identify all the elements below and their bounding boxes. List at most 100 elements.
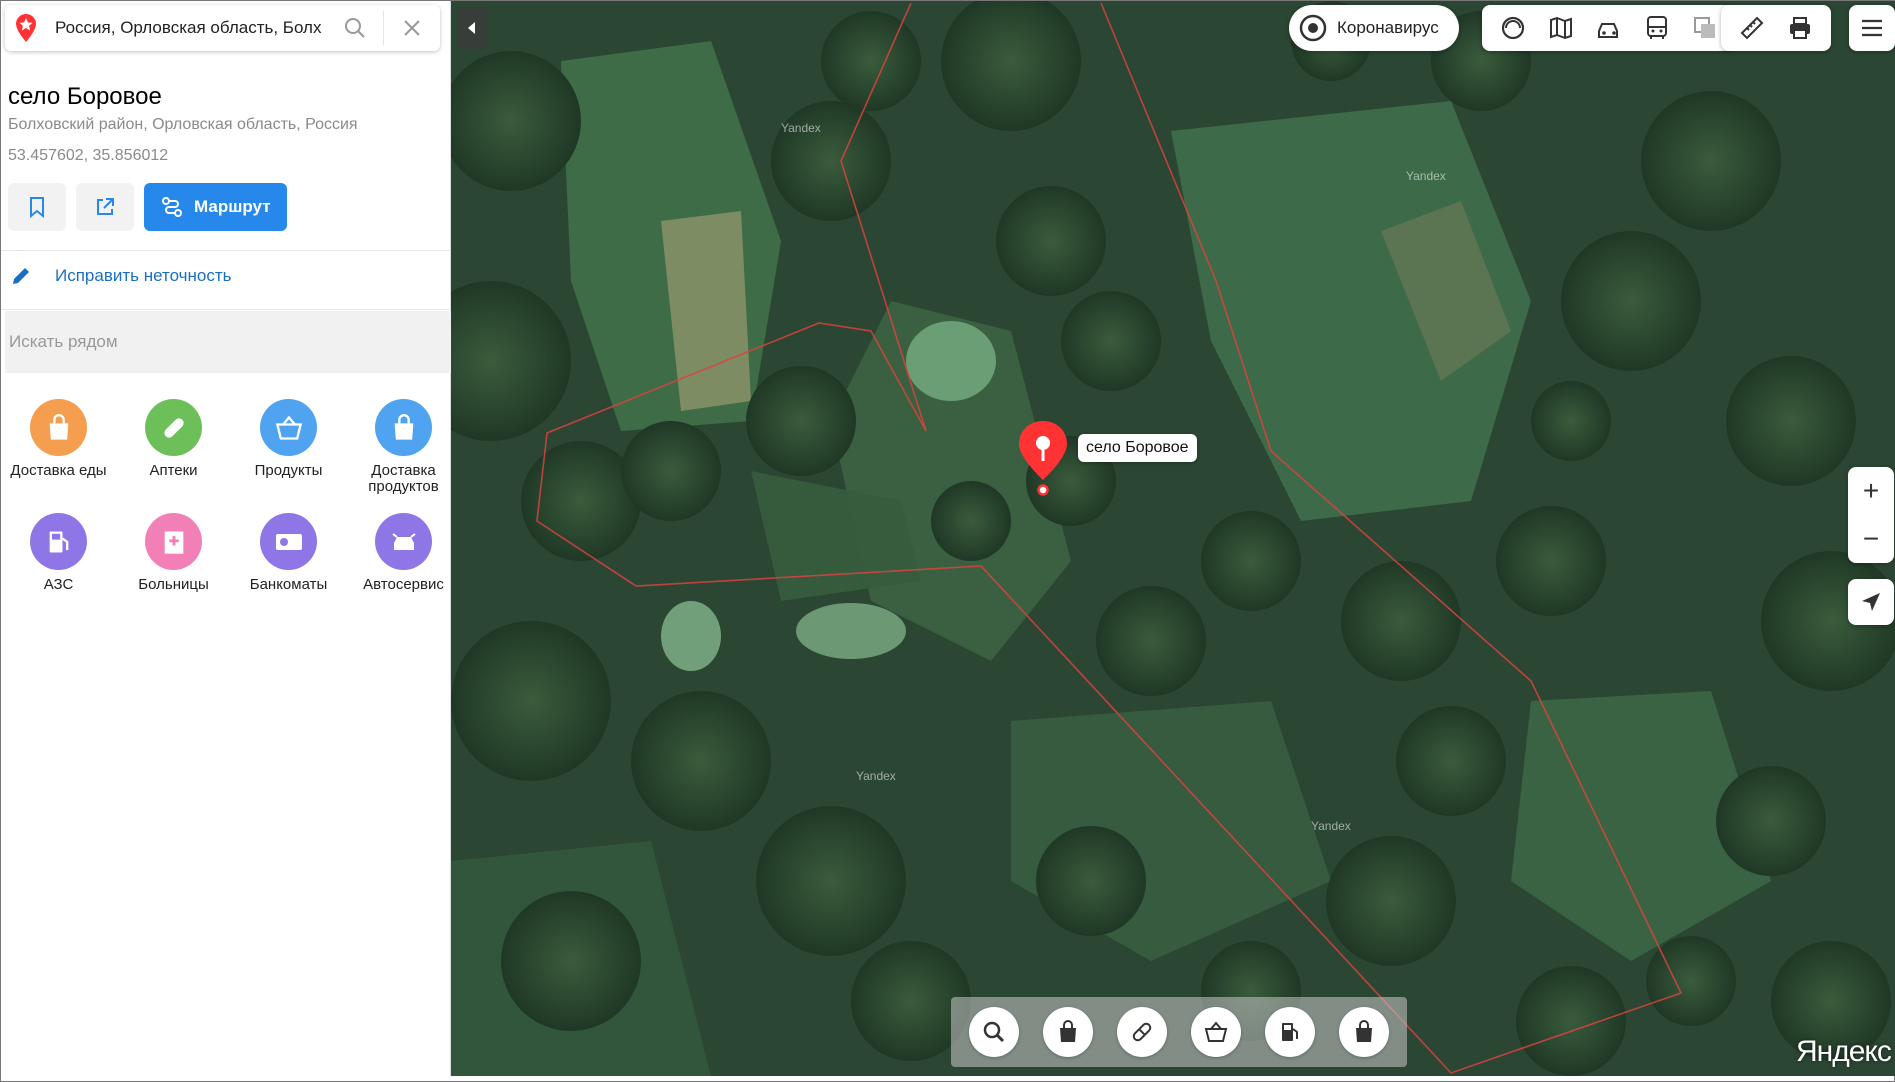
quick-food-delivery-button[interactable] [1043, 1007, 1093, 1057]
fuel-icon [30, 513, 87, 570]
fix-inaccuracy-label: Исправить неточность [55, 266, 232, 285]
quick-grocery-delivery-button[interactable] [1339, 1007, 1389, 1057]
category-item[interactable]: Больницы [116, 513, 231, 593]
search-button[interactable] [327, 5, 383, 51]
category-item[interactable]: Автосервис [346, 513, 461, 593]
nearby-categories: Доставка еды Аптеки Продукты Доставка проду… [1, 399, 451, 593]
zoom-out-button[interactable]: − [1848, 515, 1894, 563]
route-button[interactable]: Маршрут [144, 183, 287, 231]
category-label: Автосервис [363, 576, 444, 593]
route-button-label: Маршрут [194, 197, 271, 216]
transit-button[interactable] [1634, 5, 1680, 51]
quick-search-bar [951, 997, 1407, 1067]
panorama-button[interactable] [1490, 5, 1536, 51]
category-label: Банкоматы [249, 576, 328, 593]
search-nearby-input[interactable]: Искать рядом [5, 311, 451, 373]
place-title: село Боровое [8, 83, 162, 110]
chevron-left-icon [468, 22, 475, 34]
quick-groceries-button[interactable] [1191, 1007, 1241, 1057]
pill-icon [145, 399, 202, 456]
zoom-in-button[interactable]: + [1848, 467, 1894, 515]
tools-toolbar [1721, 5, 1831, 51]
bus-icon [1647, 16, 1667, 39]
basket-icon [260, 399, 317, 456]
category-item[interactable]: Аптеки [116, 399, 231, 495]
ruler-icon [1740, 16, 1764, 40]
map-layers-icon [1550, 16, 1572, 40]
quick-search-button[interactable] [969, 1007, 1019, 1057]
category-item[interactable]: Доставка продуктов [346, 399, 461, 495]
sidebar: Россия, Орловская область, Болх село Бор… [1, 1, 451, 1076]
bookmark-icon [30, 197, 44, 218]
map-watermark: Yandex [856, 769, 896, 783]
place-coordinates[interactable]: 53.457602, 35.856012 [8, 147, 168, 165]
quick-pharmacy-button[interactable] [1117, 1007, 1167, 1057]
map-watermark: Yandex [781, 121, 821, 135]
panorama-icon [1501, 16, 1525, 40]
bag-icon [375, 399, 432, 456]
coronavirus-label: Коронавирус [1337, 18, 1439, 37]
category-item[interactable]: Доставка еды [1, 399, 116, 495]
fuel-icon [1282, 1023, 1298, 1041]
search-input[interactable]: Россия, Орловская область, Болх [47, 18, 327, 38]
bag-icon [30, 399, 87, 456]
quick-gas-station-button[interactable] [1265, 1007, 1315, 1057]
map-watermark: Yandex [1406, 169, 1446, 183]
car-service-icon [375, 513, 432, 570]
category-label: Больницы [138, 576, 209, 593]
map-watermark: Yandex [1311, 819, 1351, 833]
yandex-maps-logo-icon[interactable] [5, 5, 47, 51]
search-icon [983, 1021, 1005, 1043]
ruler-button[interactable] [1729, 5, 1775, 51]
map-view[interactable]: Yandex Yandex Yandex Yandex Коронавирус [451, 1, 1895, 1076]
layers-icon [1694, 17, 1715, 38]
bookmark-button[interactable] [8, 183, 66, 231]
yandex-logo[interactable]: Яндекс [1796, 1035, 1892, 1069]
basket-icon [1204, 1021, 1228, 1042]
search-icon [345, 18, 365, 38]
printer-icon [1790, 17, 1810, 39]
bag-icon [1060, 1020, 1076, 1042]
category-item[interactable]: АЗС [1, 513, 116, 593]
place-marker-icon[interactable] [1013, 419, 1073, 499]
place-address: Болховский район, Орловская область, Рос… [8, 116, 358, 133]
fix-inaccuracy-link[interactable]: Исправить неточность [11, 266, 232, 286]
category-label: Аптеки [149, 462, 198, 479]
category-label: Доставка продуктов [368, 462, 439, 495]
place-actions: Маршрут [8, 183, 287, 231]
car-icon [1598, 23, 1618, 38]
menu-button[interactable] [1849, 5, 1895, 51]
pencil-icon [13, 268, 29, 284]
category-item[interactable]: Банкоматы [231, 513, 346, 593]
search-bar: Россия, Орловская область, Болх [5, 5, 440, 51]
clear-search-button[interactable] [384, 5, 440, 51]
collapse-sidebar-button[interactable] [457, 7, 487, 49]
share-button[interactable] [76, 183, 134, 231]
category-label: Продукты [254, 462, 323, 479]
bag-icon [1356, 1020, 1372, 1042]
category-label: АЗС [43, 576, 74, 593]
layers-toolbar [1482, 5, 1736, 51]
marker-label[interactable]: село Боровое [1078, 434, 1197, 462]
coronavirus-icon [1299, 14, 1327, 42]
map-layers-button[interactable] [1538, 5, 1584, 51]
yandex-maps-app: Россия, Орловская область, Болх село Бор… [0, 0, 1895, 1082]
category-label: Доставка еды [10, 462, 107, 479]
divider [1, 309, 451, 310]
route-icon [162, 197, 182, 217]
print-button[interactable] [1777, 5, 1823, 51]
share-icon [97, 198, 114, 215]
pill-icon [1132, 1022, 1152, 1042]
zoom-control: + − [1848, 467, 1894, 563]
satellite-imagery [451, 1, 1895, 1076]
hamburger-menu-icon [1862, 19, 1882, 37]
close-icon [404, 20, 420, 36]
coronavirus-button[interactable]: Коронавирус [1289, 5, 1459, 51]
divider [1, 250, 451, 251]
traffic-button[interactable] [1586, 5, 1632, 51]
my-location-button[interactable] [1848, 579, 1894, 625]
category-item[interactable]: Продукты [231, 399, 346, 495]
atm-icon [260, 513, 317, 570]
hospital-icon [145, 513, 202, 570]
location-arrow-icon [1862, 593, 1880, 611]
